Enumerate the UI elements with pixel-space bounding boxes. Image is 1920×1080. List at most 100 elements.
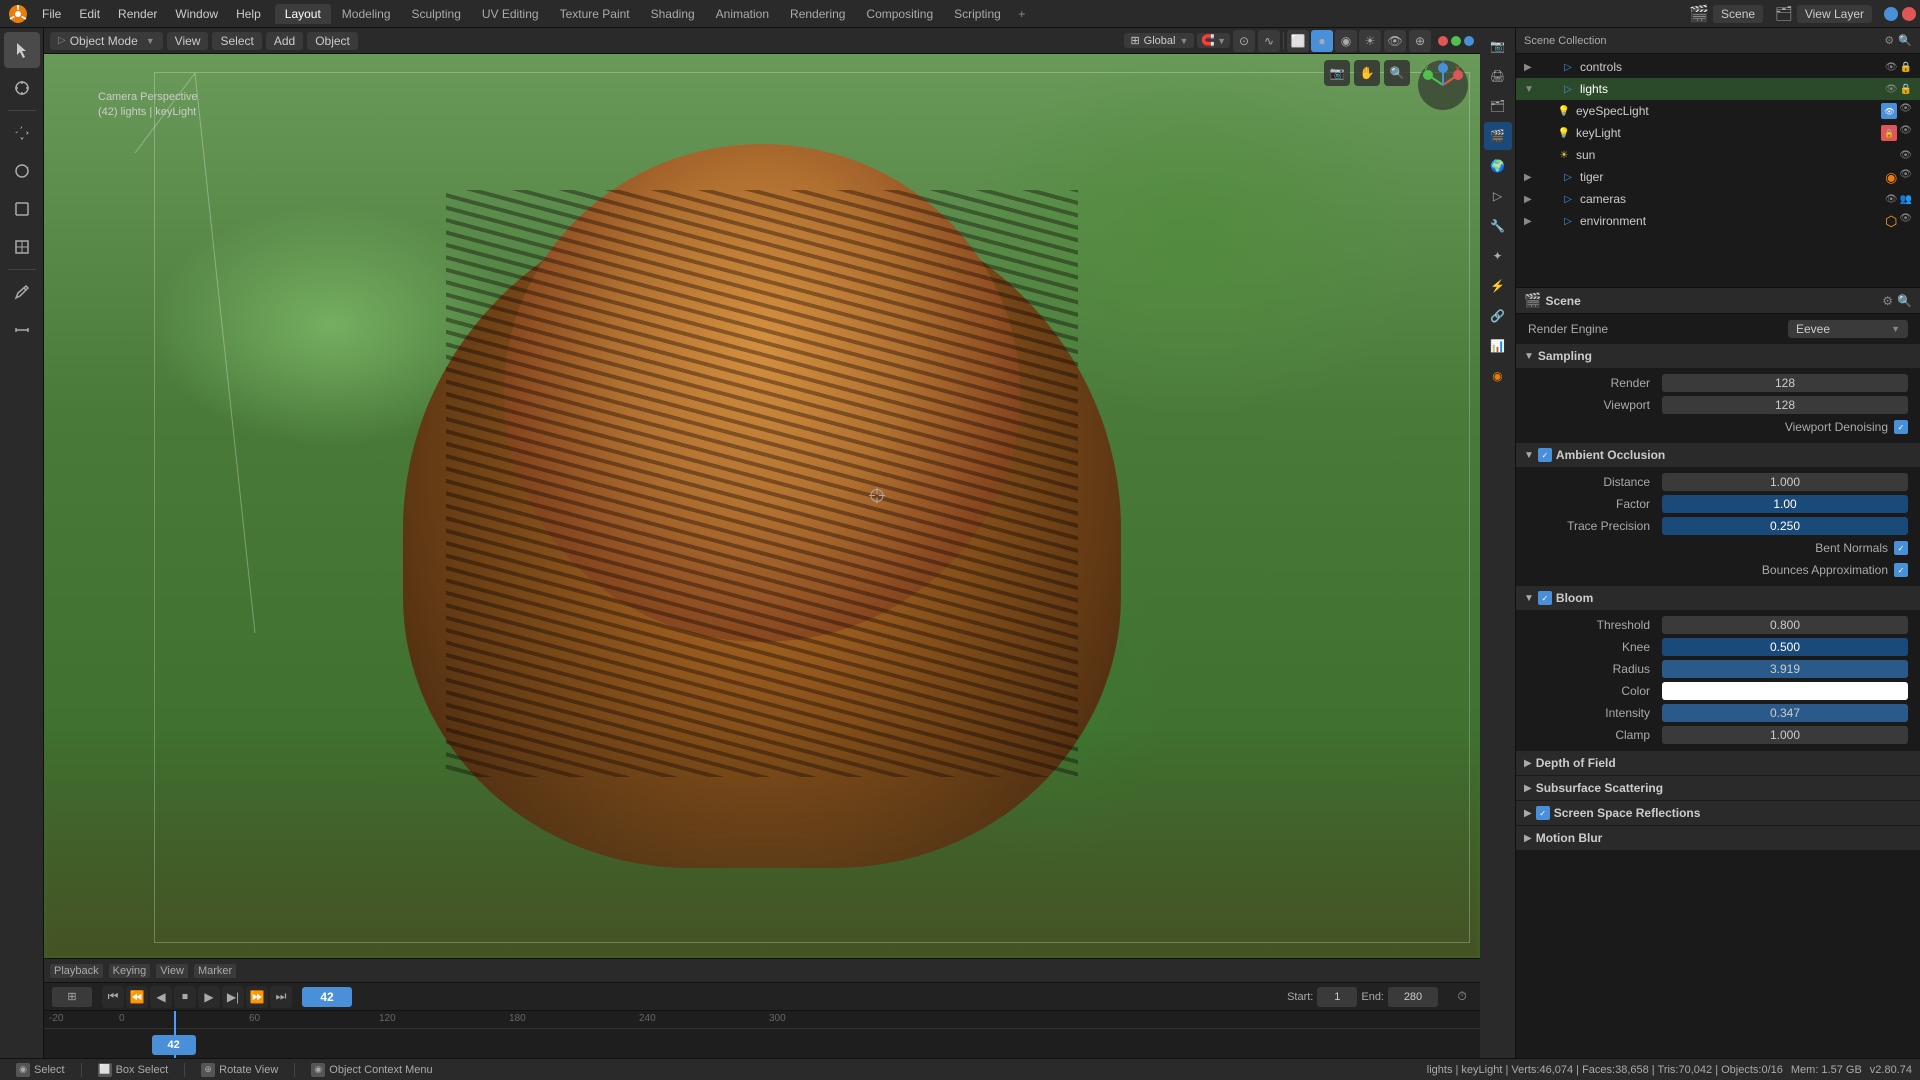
viewport-value-input[interactable]: 128 <box>1662 396 1908 414</box>
environment-visibility[interactable]: 👁 <box>1899 213 1912 230</box>
object-menu[interactable]: Object <box>307 32 358 50</box>
properties-filter-icon[interactable]: ⚙ <box>1882 294 1893 308</box>
render-value-input[interactable]: 128 <box>1662 374 1908 392</box>
color-picker[interactable] <box>1662 682 1908 700</box>
measure-tool-button[interactable] <box>4 312 40 348</box>
viewport-expand-btn[interactable] <box>1464 36 1474 46</box>
tab-uv-editing[interactable]: UV Editing <box>472 4 549 24</box>
annotate-tool-button[interactable] <box>4 274 40 310</box>
particle-properties-icon[interactable]: ✦ <box>1484 242 1512 270</box>
window-icon[interactable] <box>1884 7 1898 21</box>
restrict-viewport-icon[interactable]: 👁 <box>1881 103 1897 119</box>
keylight-restrict-icon[interactable]: 🔒 <box>1881 125 1897 141</box>
modifier-properties-icon[interactable]: 🔧 <box>1484 212 1512 240</box>
ssr-enabled-checkbox[interactable]: ✓ <box>1536 806 1550 820</box>
proportional-editing[interactable]: ⊙ <box>1233 30 1255 52</box>
intensity-input[interactable]: 0.347 <box>1662 704 1908 722</box>
tab-animation[interactable]: Animation <box>706 4 779 24</box>
factor-input[interactable]: 1.00 <box>1662 495 1908 513</box>
jump-start-btn[interactable]: ⏮ <box>102 986 124 1008</box>
outliner-item-environment[interactable]: ▶ ▷ environment ⬡ 👁 <box>1516 210 1920 232</box>
start-frame-input[interactable]: 1 <box>1317 987 1357 1007</box>
viewport-hand-btn[interactable]: ✋ <box>1354 60 1380 86</box>
solid-btn[interactable]: ● <box>1311 30 1333 52</box>
ao-section-header[interactable]: ▼ ✓ Ambient Occlusion <box>1516 443 1920 467</box>
visibility-icon[interactable]: 👁 <box>1885 62 1898 73</box>
output-properties-icon[interactable]: 🖨 <box>1484 62 1512 90</box>
blender-logo[interactable] <box>4 0 32 28</box>
material-properties-icon[interactable]: ◉ <box>1484 362 1512 390</box>
render-engine-dropdown[interactable]: Eevee ▼ <box>1788 320 1908 338</box>
threshold-input[interactable]: 0.800 <box>1662 616 1908 634</box>
play-btn[interactable]: ▶ <box>198 986 220 1008</box>
view-menu[interactable]: View <box>167 32 209 50</box>
stop-btn[interactable]: ⏹ <box>174 986 196 1008</box>
wireframe-btn[interactable]: ⬜ <box>1287 30 1309 52</box>
snap-menu[interactable]: 🧲 ▼ <box>1197 33 1230 48</box>
radius-input[interactable]: 3.919 <box>1662 660 1908 678</box>
tiger-material-icon[interactable]: ◉ <box>1885 169 1897 186</box>
scene-selector[interactable]: Scene <box>1713 5 1763 23</box>
menu-file[interactable]: File <box>34 5 69 23</box>
constraints-properties-icon[interactable]: 🔗 <box>1484 302 1512 330</box>
outliner-item-eyespeclight[interactable]: 💡 eyeSpecLight 👁 👁 <box>1516 100 1920 122</box>
falloff-type[interactable]: ∿ <box>1258 30 1280 52</box>
view-layer-properties-icon[interactable]: 🗂 <box>1484 92 1512 120</box>
prev-keyframe-btn[interactable]: ⏪ <box>126 986 148 1008</box>
transform-tool-button[interactable] <box>4 229 40 265</box>
world-properties-icon[interactable]: 🌍 <box>1484 152 1512 180</box>
cameras-users-icon[interactable]: 👥 <box>1900 194 1912 205</box>
view-layer-selector[interactable]: View Layer <box>1797 5 1872 23</box>
axis-gizmo[interactable]: X Y Z <box>1418 60 1468 110</box>
bounces-approx-checkbox[interactable]: ✓ <box>1894 563 1908 577</box>
tiger-visibility[interactable]: 👁 <box>1899 169 1912 186</box>
lock-icon[interactable]: 🔒 <box>1900 62 1912 73</box>
viewport-zoom-btn[interactable]: 🔍 <box>1384 60 1410 86</box>
outliner-item-keylight[interactable]: 💡 keyLight 🔒 👁 <box>1516 122 1920 144</box>
move-tool-button[interactable] <box>4 115 40 151</box>
properties-search-icon[interactable]: 🔍 <box>1897 294 1912 308</box>
viewport-close-btn[interactable] <box>1438 36 1448 46</box>
ao-enabled-checkbox[interactable]: ✓ <box>1538 448 1552 462</box>
outliner-search-icon[interactable]: 🔍 <box>1898 34 1912 47</box>
tab-sculpting[interactable]: Sculpting <box>402 4 471 24</box>
knee-input[interactable]: 0.500 <box>1662 638 1908 656</box>
tab-scripting[interactable]: Scripting <box>944 4 1011 24</box>
select-tool-button[interactable] <box>4 32 40 68</box>
keying-dropdown[interactable]: Keying <box>109 964 151 978</box>
marker-dropdown[interactable]: Marker <box>194 964 236 978</box>
transform-orientation[interactable]: ⊞ Global ▼ <box>1124 33 1194 48</box>
tab-rendering[interactable]: Rendering <box>780 4 855 24</box>
menu-window[interactable]: Window <box>167 5 226 23</box>
viewport-camera-btn[interactable]: 📷 <box>1324 60 1350 86</box>
step-forward-btn[interactable]: ▶| <box>222 986 244 1008</box>
clamp-input[interactable]: 1.000 <box>1662 726 1908 744</box>
viewport-maximize-btn[interactable] <box>1451 36 1461 46</box>
render-properties-icon[interactable]: 📷 <box>1484 32 1512 60</box>
outliner-item-cameras[interactable]: ▶ ▷ cameras 👁 👥 <box>1516 188 1920 210</box>
material-preview-btn[interactable]: ◉ <box>1335 30 1357 52</box>
fps-button[interactable]: ⏱ <box>1452 987 1472 1007</box>
outliner-item-tiger[interactable]: ▶ ▷ tiger ◉ 👁 <box>1516 166 1920 188</box>
outliner-item-lights[interactable]: ▼ ▷ lights 👁 🔒 <box>1516 78 1920 100</box>
distance-input[interactable]: 1.000 <box>1662 473 1908 491</box>
add-workspace-button[interactable]: + <box>1012 4 1032 24</box>
trace-precision-input[interactable]: 0.250 <box>1662 517 1908 535</box>
current-frame-selector[interactable]: ⊞ <box>52 987 92 1007</box>
close-button[interactable] <box>1902 7 1916 21</box>
denoising-checkbox[interactable]: ✓ <box>1894 420 1908 434</box>
sun-visibility[interactable]: 👁 <box>1899 150 1912 161</box>
tab-shading[interactable]: Shading <box>641 4 705 24</box>
step-back-btn[interactable]: ◀ <box>150 986 172 1008</box>
viewport-overlay-btn[interactable]: 👁 <box>1384 30 1406 52</box>
dof-section-header[interactable]: ▶ Depth of Field <box>1516 751 1920 775</box>
bent-normals-checkbox[interactable]: ✓ <box>1894 541 1908 555</box>
lights-lock-icon[interactable]: 🔒 <box>1900 84 1912 95</box>
menu-edit[interactable]: Edit <box>71 5 108 23</box>
ssr-section-header[interactable]: ▶ ✓ Screen Space Reflections <box>1516 801 1920 825</box>
rendered-btn[interactable]: ☀ <box>1359 30 1381 52</box>
cameras-visibility[interactable]: 👁 <box>1885 194 1898 205</box>
tab-texture-paint[interactable]: Texture Paint <box>550 4 640 24</box>
end-frame-input[interactable]: 280 <box>1388 987 1438 1007</box>
3d-viewport[interactable]: Camera Perspective (42) lights | keyLigh… <box>44 54 1480 958</box>
